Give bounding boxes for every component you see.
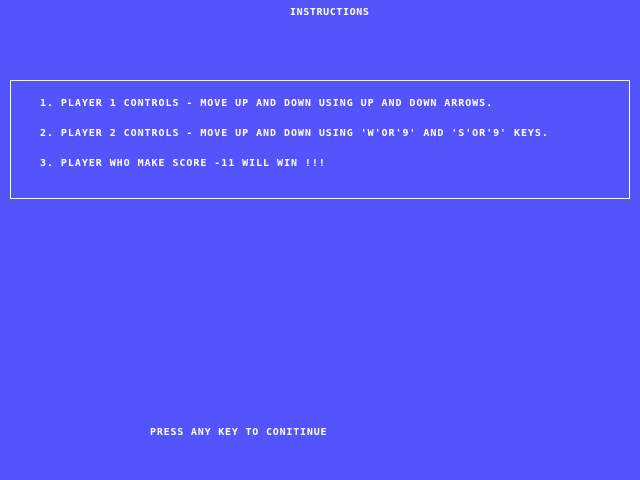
continue-prompt: PRESS ANY KEY TO CONITINUE (150, 427, 328, 438)
instruction-line-1: 1. PLAYER 1 CONTROLS - MOVE UP AND DOWN … (40, 98, 494, 109)
instructions-panel: 1. PLAYER 1 CONTROLS - MOVE UP AND DOWN … (10, 80, 630, 199)
screen-title: INSTRUCTIONS (290, 7, 370, 18)
instruction-line-3: 3. PLAYER WHO MAKE SCORE -11 WILL WIN !!… (40, 158, 326, 169)
instructions-screen[interactable]: INSTRUCTIONS 1. PLAYER 1 CONTROLS - MOVE… (0, 0, 640, 480)
instruction-line-2: 2. PLAYER 2 CONTROLS - MOVE UP AND DOWN … (40, 128, 549, 139)
